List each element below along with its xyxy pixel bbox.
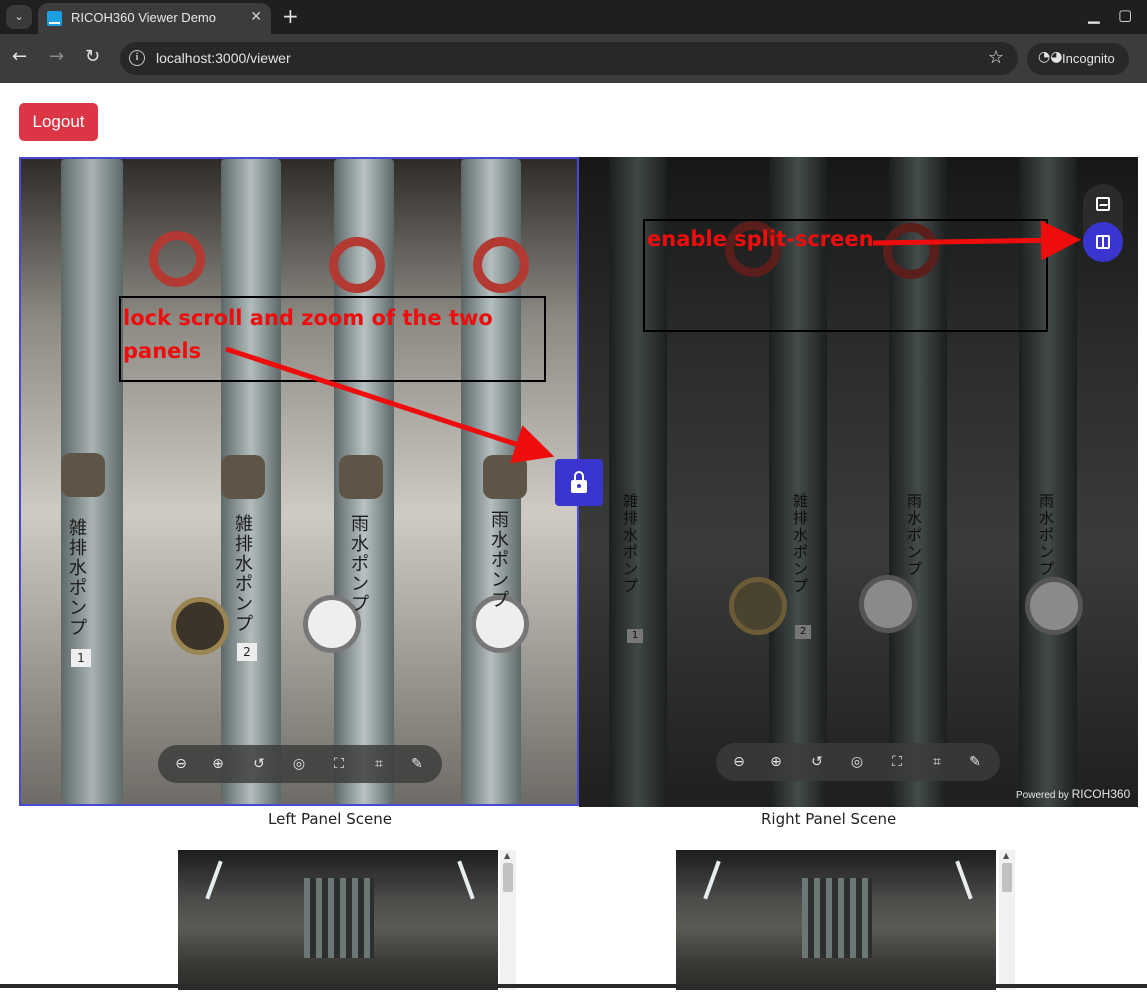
scroll-up-icon[interactable]: ▲ — [1003, 851, 1009, 860]
minimize-icon[interactable]: ▁ — [1088, 6, 1100, 24]
scroll-up-icon[interactable]: ▲ — [504, 851, 510, 860]
rotate-icon[interactable]: ↺ — [807, 752, 827, 772]
site-info-icon[interactable]: i — [129, 50, 145, 66]
zoom-out-icon[interactable]: ⊖ — [171, 754, 191, 774]
scrollbar[interactable]: ▲ — [500, 850, 516, 990]
annotation-text-split: enable split-screen — [647, 227, 874, 251]
crop-icon[interactable]: ⌗ — [927, 752, 947, 772]
rotate-icon[interactable]: ↺ — [249, 754, 269, 774]
pump-number-tag: 1 — [627, 629, 643, 643]
pump-label: 雨水ポンプ — [907, 492, 923, 578]
gyro-icon[interactable]: ◎ — [847, 752, 867, 772]
back-arrow-icon[interactable]: ← — [12, 46, 27, 67]
zoom-in-icon[interactable]: ⊕ — [766, 752, 786, 772]
pipe-joint — [339, 455, 383, 499]
split-screen-button[interactable] — [1083, 222, 1123, 262]
edit-icon[interactable]: ✎ — [407, 754, 427, 774]
browser-toolbar: ← → ↻ i localhost:3000/viewer ☆ ◔◕ Incog… — [0, 34, 1147, 83]
fullscreen-icon[interactable]: ⛶ — [329, 754, 349, 774]
lock-sync-button[interactable] — [555, 459, 603, 506]
edit-icon[interactable]: ✎ — [965, 752, 985, 772]
image-icon — [1096, 197, 1110, 211]
pipe-joint — [221, 455, 265, 499]
pump-number-tag: 2 — [237, 643, 257, 661]
pump-label: 雑排水ポンプ — [69, 518, 87, 639]
incognito-icon: ◔◕ — [1038, 49, 1063, 65]
gauge-icon — [1025, 577, 1083, 635]
pipe-joint — [483, 455, 527, 499]
lock-icon — [571, 480, 587, 493]
pump-label: 雨水ポンプ — [1039, 492, 1055, 578]
zoom-in-icon[interactable]: ⊕ — [208, 754, 228, 774]
incognito-badge[interactable]: ◔◕ Incognito — [1027, 43, 1129, 75]
split-screen-icon — [1096, 235, 1110, 249]
left-viewer-toolbar: ⊖ ⊕ ↺ ◎ ⛶ ⌗ ✎ — [158, 745, 442, 783]
fullscreen-icon[interactable]: ⛶ — [887, 752, 907, 772]
logout-button[interactable]: Logout — [19, 103, 98, 141]
scene-thumbnail[interactable] — [676, 850, 996, 990]
left-panel-caption: Left Panel Scene — [268, 810, 392, 828]
pump-label: 雑排水ポンプ — [623, 492, 639, 595]
powered-brand: RICOH360 — [1071, 787, 1131, 801]
gyro-icon[interactable]: ◎ — [289, 754, 309, 774]
reload-icon[interactable]: ↻ — [85, 46, 100, 67]
address-bar[interactable]: i localhost:3000/viewer ☆ — [120, 42, 1018, 75]
scroll-thumb[interactable] — [503, 863, 513, 892]
pump-label: 雑排水ポンプ — [793, 492, 809, 595]
zoom-out-icon[interactable]: ⊖ — [729, 752, 749, 772]
single-view-button[interactable] — [1083, 184, 1123, 224]
pump-label: 雑排水ポンプ — [235, 514, 253, 635]
red-valve-icon — [329, 237, 385, 293]
tab-title: RICOH360 Viewer Demo — [71, 10, 216, 25]
tab-search-chevron-icon[interactable]: ⌄ — [6, 5, 32, 29]
powered-prefix: Powered by — [1016, 790, 1069, 801]
right-scene-list[interactable]: ▲ — [676, 850, 1015, 990]
bottom-edge — [0, 984, 1147, 988]
close-tab-icon[interactable]: ✕ — [250, 9, 262, 25]
pump-label: 雨水ポンプ — [351, 514, 369, 615]
scrollbar[interactable]: ▲ — [999, 850, 1015, 990]
left-scene-list[interactable]: ▲ — [178, 850, 516, 990]
scene-thumbnail[interactable] — [178, 850, 498, 990]
gauge-icon — [729, 577, 787, 635]
powered-by-label: Powered by RICOH360 — [1016, 787, 1130, 801]
pump-number-tag: 2 — [795, 625, 811, 639]
gauge-icon — [859, 575, 917, 633]
browser-tab[interactable]: RICOH360 Viewer Demo ✕ — [38, 3, 271, 34]
pipe-joint — [61, 453, 105, 497]
right-panel-caption: Right Panel Scene — [761, 810, 897, 828]
right-viewer-toolbar: ⊖ ⊕ ↺ ◎ ⛶ ⌗ ✎ — [716, 743, 1000, 781]
scroll-thumb[interactable] — [1002, 863, 1012, 892]
bookmark-star-icon[interactable]: ☆ — [988, 47, 1004, 68]
view-mode-toggle — [1083, 184, 1123, 262]
ricoh-favicon-icon — [47, 11, 62, 26]
gauge-icon — [171, 597, 229, 655]
crop-icon[interactable]: ⌗ — [369, 754, 389, 774]
incognito-label: Incognito — [1062, 51, 1115, 66]
annotation-text-lock: lock scroll and zoom of the two panels — [123, 306, 493, 363]
pump-label: 雨水ポンプ — [491, 510, 509, 611]
left-panorama-scene[interactable]: 雑排水ポンプ 雑排水ポンプ 雨水ポンプ 雨水ポンプ 1 2 — [21, 159, 577, 804]
forward-arrow-icon[interactable]: → — [49, 46, 64, 67]
red-valve-icon — [149, 231, 205, 287]
red-valve-icon — [473, 237, 529, 293]
url-text[interactable]: localhost:3000/viewer — [156, 50, 291, 66]
left-viewer-panel[interactable]: 雑排水ポンプ 雑排水ポンプ 雨水ポンプ 雨水ポンプ 1 2 ⊖ ⊕ ↺ ◎ ⛶ … — [19, 157, 579, 806]
pump-number-tag: 1 — [71, 649, 91, 667]
new-tab-icon[interactable]: + — [282, 4, 299, 28]
maximize-icon[interactable]: ▢ — [1118, 6, 1132, 24]
browser-tab-bar: ⌄ RICOH360 Viewer Demo ✕ + ▁ ▢ — [0, 0, 1147, 34]
